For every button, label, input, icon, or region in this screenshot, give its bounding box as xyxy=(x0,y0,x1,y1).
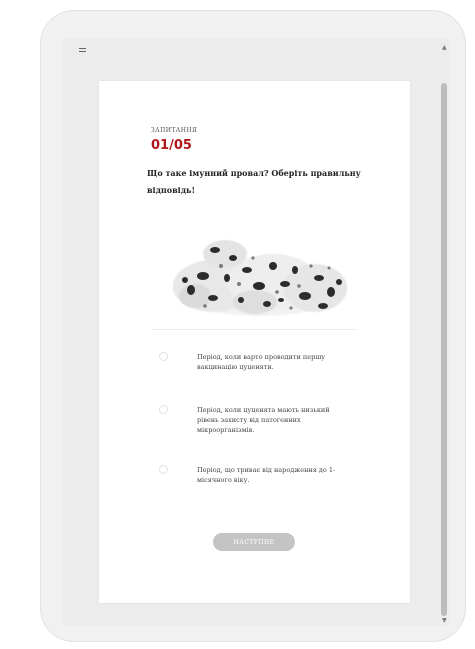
menu-icon[interactable] xyxy=(79,48,86,53)
scroll-up-arrow-icon[interactable]: ▲ xyxy=(442,44,447,51)
question-text: Що таке імунний провал? Оберіть правильн… xyxy=(147,168,361,195)
answer-option-text: Період, коли варто проводити першу вакци… xyxy=(197,353,326,371)
radio-button[interactable] xyxy=(159,352,168,361)
next-button[interactable]: НАСТУПНЕ xyxy=(213,533,295,551)
scrollbar-thumb[interactable] xyxy=(441,83,447,616)
radio-button[interactable] xyxy=(159,465,168,474)
radio-button[interactable] xyxy=(159,405,168,414)
scroll-down-arrow-icon[interactable]: ▼ xyxy=(442,617,447,624)
quiz-card: ЗАПИТАННЯ 01/05 Що таке імунний провал? … xyxy=(99,81,410,603)
question-counter: 01/05 xyxy=(151,138,192,153)
puppies-image xyxy=(173,240,347,316)
divider xyxy=(153,329,357,330)
answer-option-text: Період, коли цуценята мають низький ріве… xyxy=(197,406,330,434)
question-label: ЗАПИТАННЯ xyxy=(151,127,198,134)
answer-option-text: Період, що триває від народження до 1-мі… xyxy=(197,466,336,484)
